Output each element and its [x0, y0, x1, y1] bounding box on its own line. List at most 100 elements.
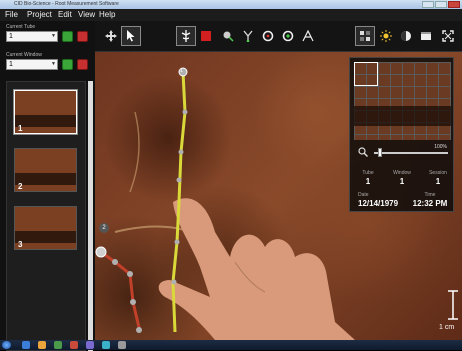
- chevron-down-icon: ▼: [51, 33, 56, 39]
- trace-node[interactable]: [136, 327, 142, 333]
- thumbnail-1[interactable]: 1: [14, 90, 77, 134]
- taskbar-app-icon[interactable]: [70, 341, 78, 349]
- session-label: Session: [429, 170, 447, 176]
- contrast-button[interactable]: [396, 26, 416, 46]
- tube-label: Tube: [362, 170, 374, 176]
- remove-window-button[interactable]: [77, 59, 88, 70]
- root-tip-icon: [223, 31, 234, 42]
- root: [129, 111, 140, 193]
- navigator-viewport[interactable]: [354, 62, 378, 86]
- ring-tool-button[interactable]: [278, 26, 298, 46]
- current-tube-label: Current Tube: [6, 24, 36, 30]
- ring-tool-icon: [282, 30, 294, 42]
- current-tube-select[interactable]: 1 ▼: [6, 31, 58, 42]
- root-tracing-icon: [181, 30, 191, 42]
- current-tube-value: 1: [9, 33, 13, 40]
- color-button[interactable]: [196, 26, 216, 46]
- move-icon: [105, 30, 117, 42]
- current-window-select[interactable]: 1 ▼: [6, 59, 58, 70]
- menu-file[interactable]: File: [5, 10, 18, 20]
- text-tool-icon: [302, 30, 314, 42]
- circle-tool-icon: [262, 30, 274, 42]
- date-label: Date: [358, 192, 369, 198]
- add-tube-button[interactable]: [62, 31, 73, 42]
- contrast-icon: [401, 31, 411, 41]
- move-tool-button[interactable]: [101, 26, 121, 46]
- trace-label-2[interactable]: 2: [99, 223, 109, 233]
- taskbar-app-icon[interactable]: [38, 341, 46, 349]
- navigator-shade: [354, 106, 451, 126]
- time-label: Time: [424, 192, 436, 198]
- select-tool-button[interactable]: [121, 26, 141, 46]
- navigator-preview[interactable]: [354, 62, 451, 140]
- thumbnail-list: 1 2 3: [6, 81, 86, 351]
- taskbar-app-icon[interactable]: [86, 341, 94, 349]
- tube-value: 1: [365, 177, 371, 186]
- image-canvas[interactable]: 2 1 100% Tube 1 Window 1 Session 1 Date …: [95, 52, 462, 340]
- trace-node[interactable]: [174, 239, 180, 245]
- thumbnail-scrollbar[interactable]: [88, 81, 93, 351]
- second-root-trace-line[interactable]: [100, 250, 142, 333]
- window-button[interactable]: [416, 26, 436, 46]
- window-label: Window: [393, 170, 411, 176]
- menu-view[interactable]: View: [78, 10, 95, 20]
- trace-node[interactable]: [176, 177, 182, 183]
- taskbar-app-icon[interactable]: [22, 341, 30, 349]
- add-window-button[interactable]: [62, 59, 73, 70]
- zoom-slider-handle[interactable]: [377, 148, 382, 157]
- current-window-label: Current Window: [6, 52, 42, 58]
- date-value: 12/14/1979: [358, 199, 399, 208]
- thumbnail-2[interactable]: 2: [14, 148, 77, 192]
- chevron-down-icon: ▼: [51, 61, 56, 67]
- thumbnail-shade: [15, 173, 76, 185]
- trace-node[interactable]: [182, 109, 188, 115]
- root-tip-button[interactable]: [218, 26, 238, 46]
- taskbar-app-icon[interactable]: [54, 341, 62, 349]
- thumbnail-3[interactable]: 3: [14, 206, 77, 250]
- trace-label-1: 1: [180, 68, 183, 74]
- maximize-button[interactable]: [435, 1, 447, 8]
- thumbnail-number: 1: [18, 124, 23, 133]
- trace-node[interactable]: [130, 299, 136, 305]
- thumbnail-shade: [15, 115, 76, 127]
- taskbar-app-icon[interactable]: [102, 341, 110, 349]
- root: [114, 225, 186, 233]
- branch-icon: [243, 30, 253, 42]
- menu-project[interactable]: Project: [27, 10, 52, 20]
- trace-start-node[interactable]: [95, 246, 107, 258]
- app-window: CID Bio-Science - Root Measurement Softw…: [0, 0, 462, 351]
- menu-help[interactable]: Help: [99, 10, 115, 20]
- close-button[interactable]: [448, 1, 460, 8]
- window-value: 1: [399, 177, 405, 186]
- circle-tool-button[interactable]: [258, 26, 278, 46]
- taskbar-app-icon[interactable]: [118, 341, 126, 349]
- fullscreen-icon: [442, 30, 454, 42]
- root-tracing-button[interactable]: [176, 26, 196, 46]
- branch-button[interactable]: [238, 26, 258, 46]
- window-title: CID Bio-Science - Root Measurement Softw…: [14, 1, 119, 7]
- title-bar: CID Bio-Science - Root Measurement Softw…: [0, 0, 462, 9]
- minimize-button[interactable]: [422, 1, 434, 8]
- select-pointer-icon: [127, 30, 135, 42]
- trace-node[interactable]: [171, 279, 177, 285]
- fullscreen-button[interactable]: [438, 26, 458, 46]
- scale-bar: [448, 290, 458, 320]
- trace-node[interactable]: [127, 271, 133, 277]
- hand: [158, 198, 355, 340]
- red-square-icon: [201, 31, 211, 41]
- grid-toggle-button[interactable]: [355, 26, 375, 46]
- brightness-button[interactable]: [376, 26, 396, 46]
- zoom-slider[interactable]: [374, 152, 448, 154]
- trace-node[interactable]: [178, 149, 184, 155]
- menu-bar: File Project Edit View Help: [0, 9, 462, 21]
- trace-node[interactable]: [112, 259, 118, 265]
- text-tool-button[interactable]: [298, 26, 318, 46]
- time-value: 12:32 PM: [412, 199, 448, 208]
- remove-tube-button[interactable]: [77, 31, 88, 42]
- scale-bar-label: 1 cm: [439, 324, 455, 331]
- start-button[interactable]: [2, 341, 11, 349]
- menu-edit[interactable]: Edit: [58, 10, 72, 20]
- zoom-percent: 100%: [434, 144, 447, 150]
- brightness-icon: [380, 30, 392, 42]
- magnifier-panel: 100% Tube 1 Window 1 Session 1 Date 12/1…: [349, 57, 454, 212]
